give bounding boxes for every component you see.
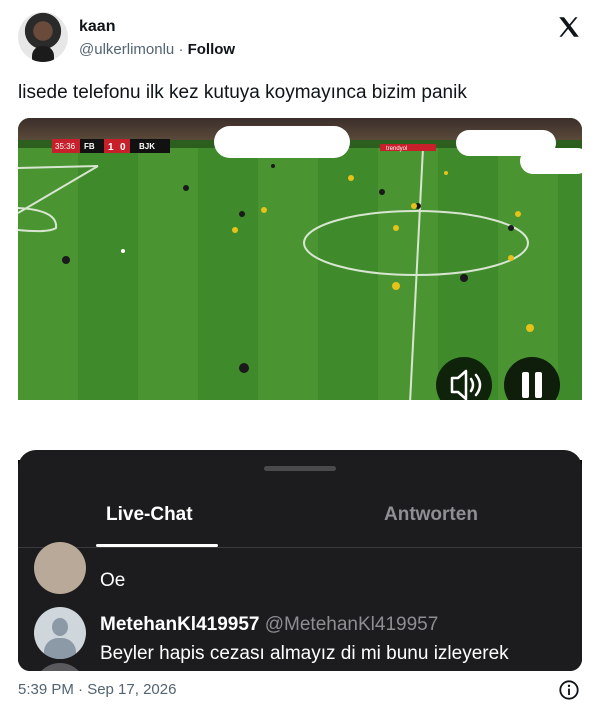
video-frame[interactable]: trendyol 35:36 FB 1 0 BJK — [18, 118, 582, 403]
chat-avatar[interactable] — [34, 542, 86, 594]
live-chat-sheet: Live-Chat Antworten Oe MetehanKl419957 @… — [18, 450, 582, 671]
home-score: 1 — [108, 142, 114, 153]
chat-username[interactable]: MetehanKl419957 — [100, 614, 259, 635]
x-logo-icon[interactable] — [556, 14, 582, 40]
separator-dot: · — [178, 41, 184, 58]
home-team: FB — [84, 142, 95, 151]
away-team: BJK — [139, 142, 155, 151]
tweet-timestamp[interactable]: 5:39 PM · Sep 17, 2026 — [18, 681, 176, 698]
chat-message-text: Beyler hapis cezası almayız di mi bunu i… — [100, 643, 509, 664]
sheet-grabber[interactable] — [264, 466, 336, 471]
follow-button[interactable]: Follow — [188, 41, 236, 58]
chat-username-line: MetehanKl419957 @MetehanKl419957 — [100, 614, 438, 636]
tweet-text: lisede telefonu ilk kez kutuya koymayınc… — [18, 82, 467, 103]
chat-handle[interactable]: @MetehanKl419957 — [265, 614, 439, 635]
tab-live-chat[interactable]: Live-Chat — [106, 504, 193, 526]
scoreboard: 35:36 FB 1 0 BJK — [52, 139, 170, 153]
match-clock: 35:36 — [55, 142, 76, 151]
author-avatar[interactable] — [18, 12, 68, 62]
away-score: 0 — [120, 142, 126, 153]
chat-avatar-default[interactable] — [34, 607, 86, 659]
author-name[interactable]: kaan — [79, 18, 115, 36]
author-handle-line: @ulkerlimonlu · Follow — [79, 41, 235, 58]
media-card[interactable]: trendyol 35:36 FB 1 0 BJK Live-Chat Antw… — [18, 118, 582, 671]
author-handle[interactable]: @ulkerlimonlu — [79, 41, 174, 58]
chat-message-text: Oe — [100, 570, 126, 591]
tab-divider — [18, 547, 582, 548]
ad-board: trendyol — [386, 146, 407, 152]
chat-avatar-partial[interactable] — [34, 663, 86, 671]
tab-antworten[interactable]: Antworten — [384, 504, 478, 526]
info-icon[interactable] — [558, 679, 580, 701]
